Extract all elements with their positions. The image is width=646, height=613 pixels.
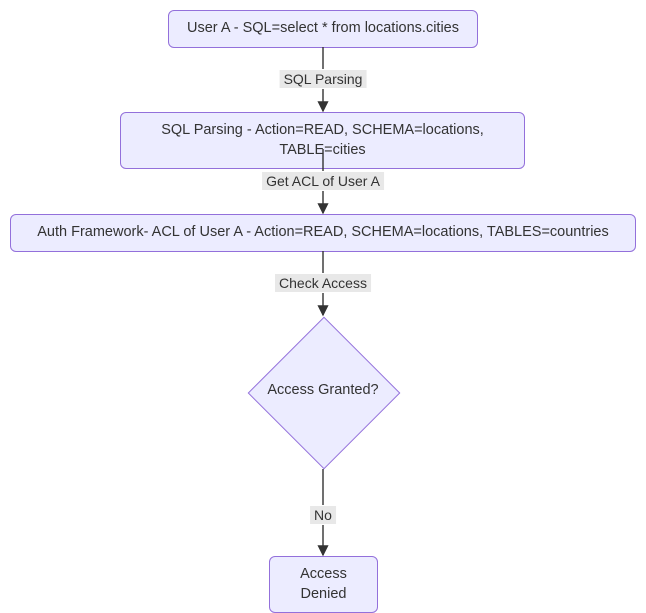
node-access-decision: Access Granted? — [247, 316, 399, 468]
node-access-denied: Access Denied — [269, 556, 378, 613]
node-sql-parsing-text: SQL Parsing - Action=READ, SCHEMA=locati… — [161, 122, 484, 158]
node-auth-framework-text: Auth Framework- ACL of User A - Action=R… — [37, 224, 609, 240]
node-user-sql: User A - SQL=select * from locations.cit… — [168, 10, 478, 48]
node-user-sql-text: User A - SQL=select * from locations.cit… — [187, 20, 459, 36]
edge-label-no: No — [310, 506, 336, 524]
node-auth-framework: Auth Framework- ACL of User A - Action=R… — [10, 214, 636, 252]
edge-label-check-access: Check Access — [275, 274, 371, 292]
node-access-denied-text: Access Denied — [300, 566, 347, 602]
node-sql-parsing: SQL Parsing - Action=READ, SCHEMA=locati… — [120, 112, 525, 169]
edge-label-sql-parsing: SQL Parsing — [280, 70, 367, 88]
edge-label-get-acl: Get ACL of User A — [262, 172, 384, 190]
node-access-decision-text: Access Granted? — [247, 382, 399, 398]
